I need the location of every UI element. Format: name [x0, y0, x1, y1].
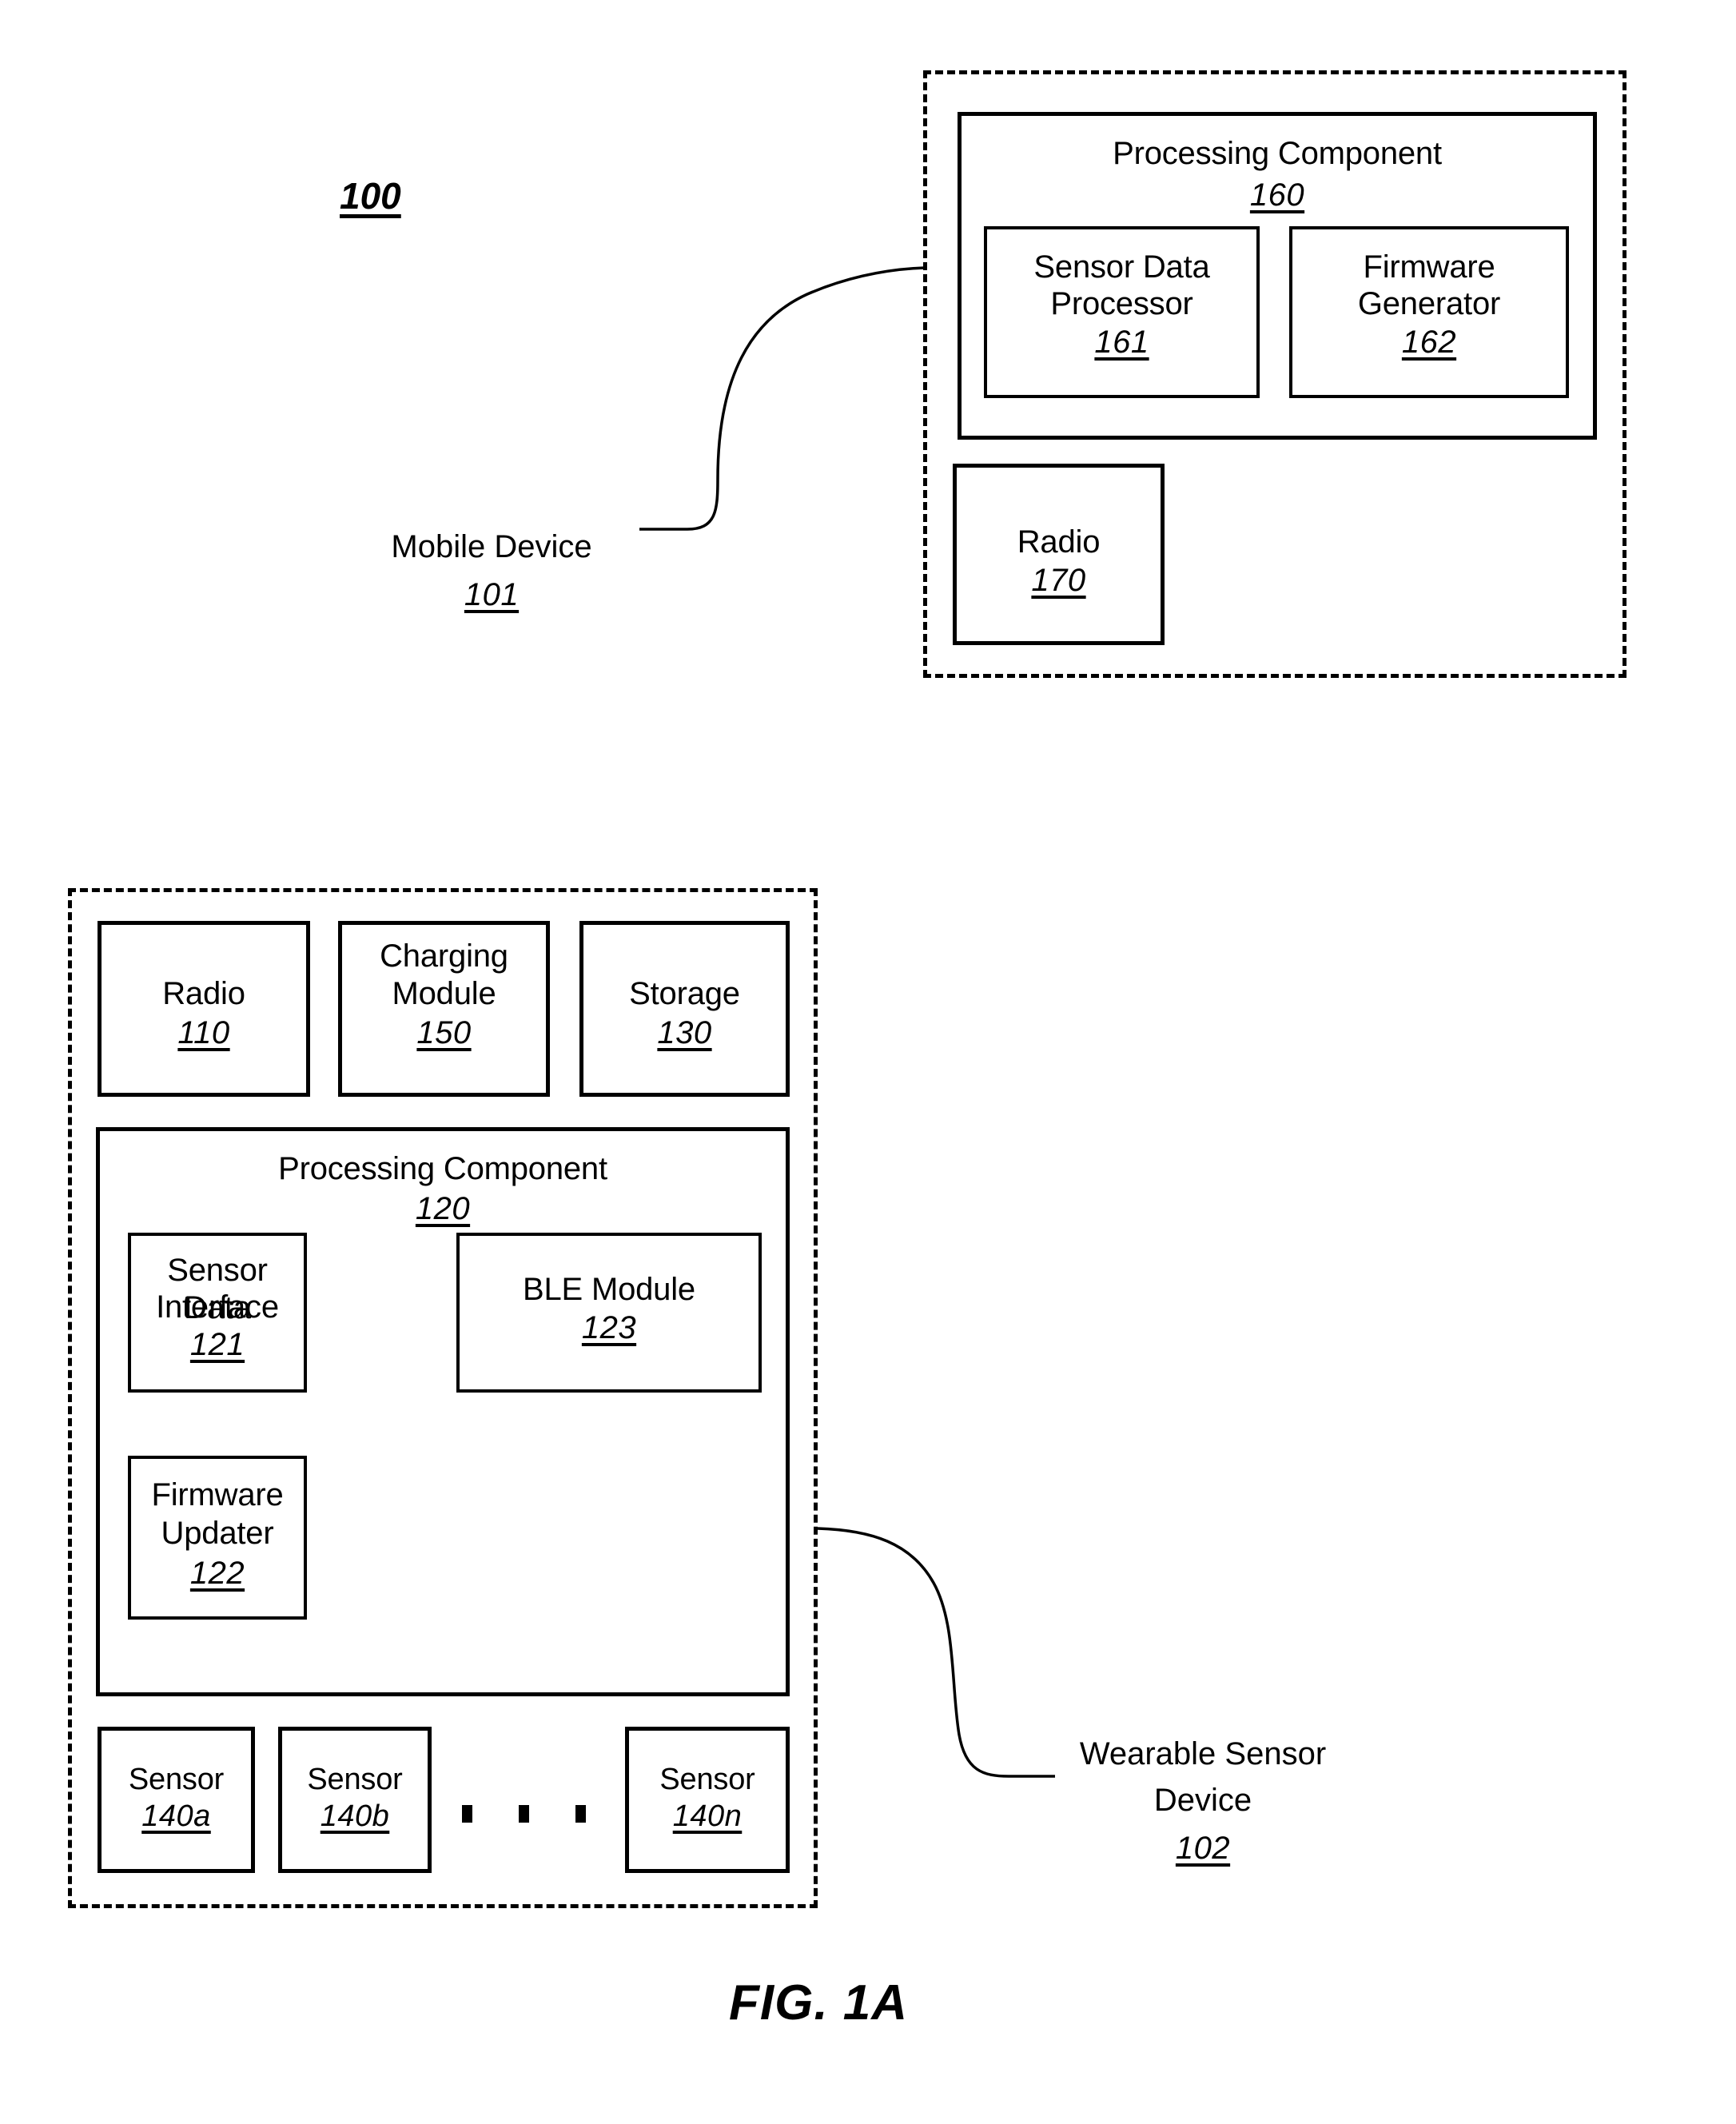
firmware-updater-box: Firmware Updater 122	[128, 1456, 307, 1620]
mobile-processing-component-title: Processing Component	[1113, 136, 1442, 171]
sensor-140b-ref-number: 140b	[320, 1799, 390, 1833]
wearable-processing-component-ref: 120	[100, 1190, 786, 1228]
mobile-device-callout: Mobile Device 101	[360, 524, 623, 618]
system-reference-number: 100	[340, 175, 401, 217]
charging-module-box: Charging Module 150	[338, 921, 550, 1097]
sensor-data-processor-line2: Processor	[1050, 286, 1193, 321]
wearable-processing-component-title: Processing Component	[278, 1151, 607, 1186]
firmware-updater-line2: Updater	[161, 1516, 274, 1551]
wearable-processing-component-ref-number: 120	[415, 1191, 471, 1226]
firmware-generator-line2: Generator	[1357, 286, 1501, 321]
firmware-generator-ref-number: 162	[1401, 325, 1457, 360]
storage-box: Storage 130	[579, 921, 790, 1097]
sensor-140b-box: Sensor 140b	[278, 1727, 432, 1873]
charging-module-ref: 150	[342, 1014, 546, 1052]
charging-module-line1: Charging	[380, 938, 508, 974]
wearable-callout-line2: Device	[1153, 1783, 1252, 1818]
sensor-140a-label: Sensor	[128, 1763, 225, 1796]
wearable-sensor-device-callout: Wearable Sensor Device 102	[1063, 1731, 1343, 1871]
mobile-processing-component-ref-number: 160	[1249, 177, 1305, 213]
sensor-140a-ref-number: 140a	[141, 1799, 211, 1833]
mobile-device-callout-label: Mobile Device	[391, 529, 592, 564]
wearable-radio-ref-number: 110	[177, 1015, 230, 1050]
wearable-callout-ref: 102	[1175, 1831, 1231, 1866]
firmware-updater-ref: 122	[131, 1555, 304, 1592]
sensor-140b-label: Sensor	[307, 1763, 403, 1796]
sensor-data-processor-ref-number: 161	[1094, 325, 1149, 360]
ble-module-ref-number: 123	[581, 1310, 637, 1345]
sensor-data-interface-box: Sensor Data Interface 121	[128, 1233, 307, 1393]
sensor-140n-box: Sensor 140n	[625, 1727, 790, 1873]
figure-caption: FIG. 1A	[729, 1975, 909, 2030]
figure-page: 100 Processing Component 160 Sensor Data…	[0, 0, 1736, 2124]
wearable-sensor-device-leader-line	[817, 1527, 1055, 1778]
sensor-140a-ref: 140a	[102, 1799, 251, 1835]
sensor-140b-ref: 140b	[282, 1799, 428, 1835]
firmware-updater-ref-number: 122	[189, 1556, 245, 1591]
ble-module-ref: 123	[460, 1309, 759, 1347]
mobile-radio-ref: 170	[957, 562, 1161, 600]
ble-module-title: BLE Module	[523, 1272, 695, 1307]
sensor-data-processor-ref: 161	[987, 324, 1256, 361]
firmware-generator-ref: 162	[1292, 324, 1566, 361]
mobile-processing-component-ref: 160	[962, 177, 1593, 214]
mobile-radio-title: Radio	[1017, 524, 1101, 560]
wearable-radio-ref: 110	[102, 1014, 306, 1052]
charging-module-ref-number: 150	[416, 1015, 472, 1050]
mobile-radio-box: Radio 170	[953, 464, 1165, 645]
ellipsis-dot	[519, 1805, 529, 1823]
firmware-generator-line1: Firmware	[1363, 249, 1495, 285]
mobile-radio-ref-number: 170	[1031, 563, 1086, 598]
mobile-device-callout-ref: 101	[464, 577, 520, 612]
sensor-data-processor-line1: Sensor Data	[1033, 249, 1210, 285]
wearable-radio-box: Radio 110	[98, 921, 310, 1097]
storage-title: Storage	[629, 976, 740, 1011]
ble-module-box: BLE Module 123	[456, 1233, 762, 1393]
sensor-data-interface-line2: Interface	[156, 1289, 279, 1325]
firmware-generator-box: Firmware Generator 162	[1289, 226, 1569, 398]
storage-ref: 130	[583, 1014, 786, 1052]
sensor-140n-ref: 140n	[629, 1799, 786, 1835]
sensor-140a-box: Sensor 140a	[98, 1727, 255, 1873]
charging-module-line2: Module	[392, 976, 496, 1011]
ellipsis-dot	[575, 1805, 586, 1823]
sensor-data-interface-ref: 121	[131, 1326, 304, 1364]
sensor-140n-ref-number: 140n	[672, 1799, 743, 1833]
ellipsis-dot	[462, 1805, 472, 1823]
sensor-140n-label: Sensor	[659, 1763, 755, 1796]
mobile-device-leader-line	[639, 266, 926, 531]
sensor-data-interface-ref-number: 121	[189, 1327, 245, 1362]
firmware-updater-line1: Firmware	[151, 1477, 284, 1512]
storage-ref-number: 130	[657, 1015, 712, 1050]
wearable-callout-line1: Wearable Sensor	[1079, 1736, 1327, 1771]
wearable-radio-title: Radio	[162, 976, 245, 1011]
sensor-ellipsis	[462, 1805, 586, 1823]
sensor-data-processor-box: Sensor Data Processor 161	[984, 226, 1260, 398]
